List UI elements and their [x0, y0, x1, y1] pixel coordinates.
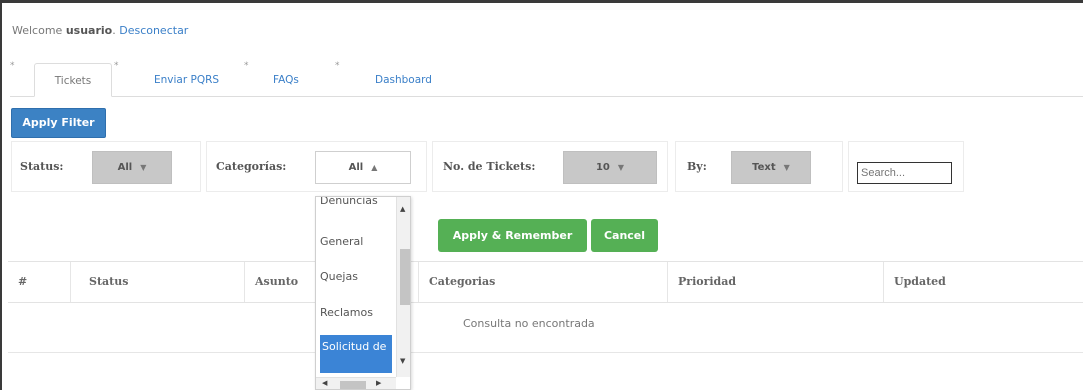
empty-message: Consulta no encontrada	[463, 317, 595, 330]
tab-tickets[interactable]: Tickets	[34, 63, 112, 97]
window-left-border	[0, 0, 2, 390]
scrollbar-thumb[interactable]	[340, 381, 366, 389]
scrollbar-thumb[interactable]	[400, 249, 410, 305]
tickets-value: 10	[595, 162, 610, 173]
search-input[interactable]	[857, 162, 952, 184]
by-filter: By: Text ▼	[675, 141, 843, 192]
dropdown-scrollbar[interactable]: ▲ ▼	[396, 197, 410, 377]
scroll-right-icon[interactable]: ▶	[376, 379, 381, 387]
column-header[interactable]: Prioridad	[667, 262, 883, 302]
column-header[interactable]: #	[8, 262, 70, 302]
dropdown-horizontal-scrollbar[interactable]: ◀ ▶	[316, 377, 396, 389]
username: usuario	[65, 24, 113, 37]
categorias-value: All	[348, 162, 364, 173]
tab-enviar-pqrs[interactable]: Enviar PQRS	[154, 63, 219, 97]
by-value: Text	[752, 162, 776, 173]
tickets-label: No. de Tickets:	[443, 160, 536, 173]
status-value: All	[117, 162, 133, 173]
apply-remember-button[interactable]: Apply & Remember	[438, 219, 587, 252]
column-header[interactable]: Updated	[883, 262, 1083, 302]
dropdown-option-quejas[interactable]: Quejas	[320, 270, 392, 283]
tab-dashboard[interactable]: Dashboard	[375, 63, 432, 97]
tab-faqs[interactable]: FAQs	[273, 63, 299, 97]
scroll-down-icon[interactable]: ▼	[400, 357, 405, 365]
categorias-select[interactable]: All ▲	[315, 151, 411, 184]
scroll-up-icon[interactable]: ▲	[400, 205, 405, 213]
column-header[interactable]: Categorias	[418, 262, 667, 302]
dropdown-option-general[interactable]: General	[320, 235, 392, 248]
chevron-down-icon: ▼	[783, 163, 790, 172]
tab-marker: *	[10, 61, 15, 71]
tab-marker: *	[335, 61, 340, 71]
column-header[interactable]: Status	[70, 262, 244, 302]
tickets-table-header: # Status Asunto Categorias Prioridad Upd…	[8, 261, 1083, 303]
logout-link[interactable]: Desconectar	[119, 24, 188, 37]
categorias-label: Categorías:	[216, 160, 287, 173]
categorias-dropdown-list[interactable]: Denuncias General Quejas Reclamos Solici…	[315, 196, 411, 390]
tab-label: Enviar PQRS	[154, 74, 220, 86]
tab-label: Tickets	[54, 75, 92, 87]
categorias-filter: Categorías: All ▲	[206, 141, 427, 192]
tab-label: FAQs	[273, 74, 299, 86]
dropdown-option-denuncias[interactable]: Denuncias	[320, 197, 392, 207]
tickets-select[interactable]: 10 ▼	[563, 151, 657, 184]
welcome-prefix: Welcome	[12, 24, 63, 37]
cancel-button[interactable]: Cancel	[591, 219, 658, 252]
apply-filter-button[interactable]: Apply Filter	[11, 108, 106, 138]
chevron-up-icon: ▲	[371, 163, 378, 172]
welcome-line: Welcome usuario. Desconectar	[12, 24, 189, 37]
by-label: By:	[687, 160, 707, 173]
window-top-border	[0, 0, 1083, 3]
dropdown-option-solicitud[interactable]: Solicitud de	[320, 335, 392, 373]
dropdown-option-reclamos[interactable]: Reclamos	[320, 306, 392, 319]
tab-label: Dashboard	[375, 74, 432, 86]
tickets-filter: No. de Tickets: 10 ▼	[432, 141, 668, 192]
chevron-down-icon: ▼	[140, 163, 147, 172]
tab-marker: *	[244, 61, 249, 71]
chevron-down-icon: ▼	[617, 163, 625, 172]
tab-marker: *	[114, 61, 119, 71]
status-label: Status:	[20, 160, 64, 173]
status-filter: Status: All ▼	[11, 141, 201, 192]
scroll-left-icon[interactable]: ◀	[322, 379, 327, 387]
status-select[interactable]: All ▼	[92, 151, 172, 184]
tab-bar: * Tickets * Enviar PQRS * FAQs * Dashboa…	[10, 55, 1083, 97]
by-select[interactable]: Text ▼	[731, 151, 811, 184]
